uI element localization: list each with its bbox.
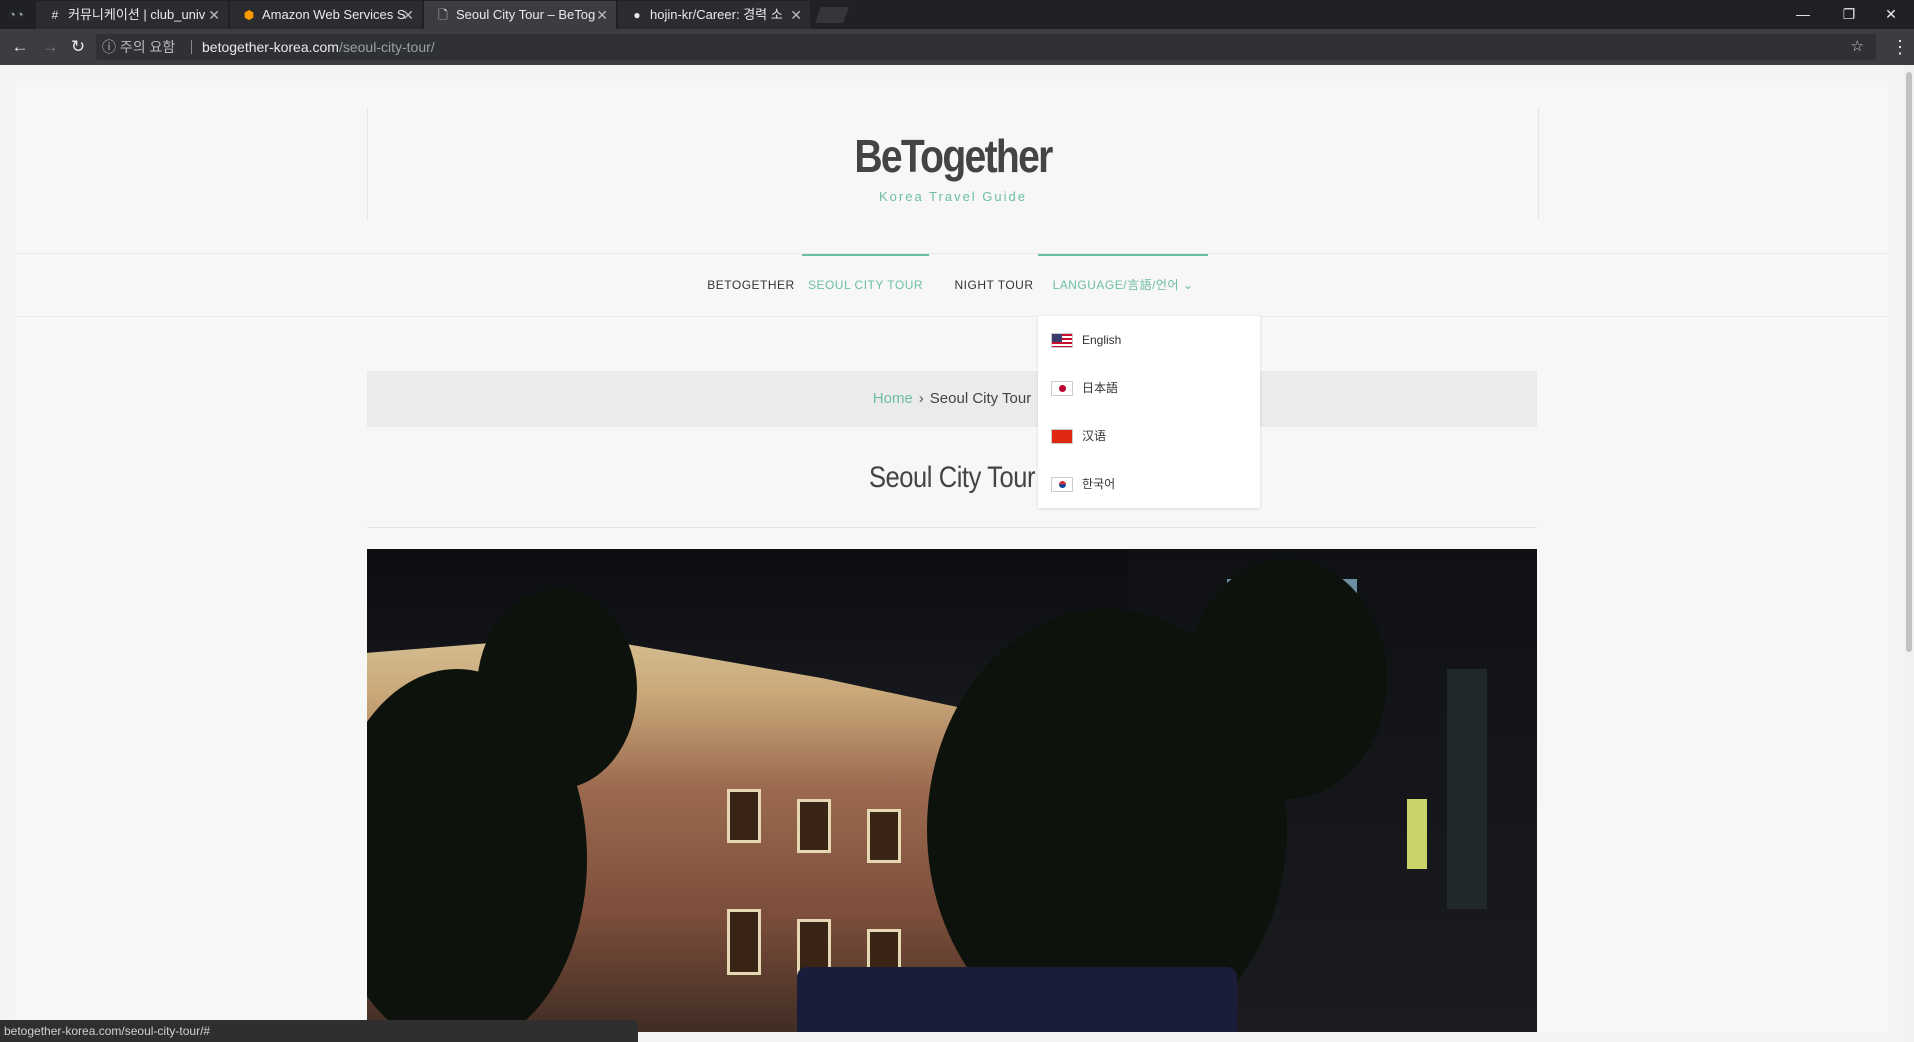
bookmark-star-icon[interactable]: ☆ bbox=[1851, 34, 1864, 60]
url-text[interactable]: betogether-korea.com/seoul-city-tour/ bbox=[202, 34, 435, 60]
japan-flag-icon bbox=[1051, 381, 1073, 396]
breadcrumb-current: Seoul City Tour bbox=[929, 390, 1032, 407]
nav-item-language[interactable]: LANGUAGE/言語/언어 ⌄ bbox=[1038, 254, 1208, 316]
us-flag-icon bbox=[1051, 333, 1073, 348]
building-window bbox=[867, 809, 901, 863]
korea-flag-icon bbox=[1051, 477, 1073, 492]
breadcrumb: Home › Seoul City Tour bbox=[367, 371, 1537, 427]
language-label: 한국어 bbox=[1082, 477, 1116, 491]
bus bbox=[797, 967, 1237, 1042]
restore-icon[interactable]: ❐ bbox=[1826, 0, 1872, 29]
incognito-icon: ◔◔ bbox=[8, 7, 24, 22]
browser-tab-active[interactable]: 🗋 Seoul City Tour – BeTog ✕ bbox=[424, 1, 616, 29]
new-tab-button[interactable] bbox=[815, 7, 849, 23]
scrollbar-thumb[interactable] bbox=[1906, 72, 1912, 652]
nav-item-night-tour[interactable]: NIGHT TOUR bbox=[940, 254, 1048, 316]
browser-menu-icon[interactable]: ⋮ bbox=[1890, 35, 1910, 59]
lit-window bbox=[1407, 799, 1427, 869]
tree bbox=[477, 589, 637, 789]
language-option-korean[interactable]: 한국어 bbox=[1038, 460, 1260, 508]
tab-title: 커뮤니케이션 | club_univ bbox=[68, 7, 206, 22]
tab-title: Amazon Web Services S bbox=[262, 7, 406, 22]
page-favicon-icon: 🗋 bbox=[438, 8, 448, 22]
browser-tab[interactable]: # 커뮤니케이션 | club_univ ✕ bbox=[36, 1, 228, 29]
language-dropdown: English 日本語 汉语 한국어 bbox=[1038, 316, 1260, 508]
url-host: betogether-korea.com bbox=[202, 39, 339, 55]
nav-item-seoul-city-tour[interactable]: SEOUL CITY TOUR bbox=[802, 254, 929, 316]
reload-icon[interactable]: ↻ bbox=[66, 35, 90, 59]
nav-item-betogether[interactable]: BETOGETHER bbox=[691, 254, 811, 316]
minimize-icon[interactable]: — bbox=[1780, 0, 1826, 29]
omnibox-divider bbox=[191, 40, 192, 54]
language-label: English bbox=[1082, 333, 1122, 347]
china-flag-icon bbox=[1051, 429, 1073, 444]
back-arrow-icon[interactable]: ← bbox=[8, 35, 32, 59]
status-bar-url: betogether-korea.com/seoul-city-tour/# bbox=[0, 1020, 638, 1042]
close-tab-icon[interactable]: ✕ bbox=[790, 1, 802, 29]
page-bottom-edge bbox=[638, 1032, 1904, 1042]
url-path: /seoul-city-tour/ bbox=[338, 39, 435, 55]
browser-tab[interactable]: ● hojin-kr/Career: 경력 소 ✕ bbox=[618, 1, 810, 29]
site-container: BeTogether Korea Travel Guide BETOGETHER… bbox=[15, 81, 1889, 1042]
web-page: BeTogether Korea Travel Guide BETOGETHER… bbox=[0, 65, 1914, 1042]
hash-favicon-icon: # bbox=[51, 8, 59, 22]
language-option-japanese[interactable]: 日本語 bbox=[1038, 364, 1260, 412]
site-header: BeTogether Korea Travel Guide bbox=[367, 107, 1539, 219]
close-tab-icon[interactable]: ✕ bbox=[596, 1, 608, 29]
language-label: 日本語 bbox=[1082, 381, 1119, 395]
tree bbox=[1187, 559, 1387, 799]
close-window-icon[interactable]: ✕ bbox=[1868, 0, 1914, 29]
site-tagline: Korea Travel Guide bbox=[878, 189, 1027, 204]
main-navigation: BETOGETHER SEOUL CITY TOUR NIGHT TOUR LA… bbox=[15, 253, 1889, 317]
building-window bbox=[797, 799, 831, 853]
title-divider bbox=[367, 527, 1537, 528]
tower-window bbox=[1447, 669, 1487, 909]
forward-arrow-icon[interactable]: → bbox=[38, 35, 62, 59]
breadcrumb-separator-icon: › bbox=[918, 390, 924, 407]
security-indicator[interactable]: ⓘ 주의 요함 bbox=[102, 34, 175, 60]
language-option-chinese[interactable]: 汉语 bbox=[1038, 412, 1260, 460]
building-window bbox=[727, 909, 761, 975]
address-bar[interactable]: ⓘ 주의 요함 betogether-korea.com/seoul-city-… bbox=[96, 34, 1876, 60]
language-option-english[interactable]: English bbox=[1038, 316, 1260, 364]
tab-title: Seoul City Tour – BeTog bbox=[456, 7, 596, 22]
browser-tab[interactable]: ⬢ Amazon Web Services S ✕ bbox=[230, 1, 422, 29]
site-logo[interactable]: BeTogether bbox=[456, 129, 1451, 183]
language-label: 汉语 bbox=[1082, 429, 1107, 443]
tab-title: hojin-kr/Career: 경력 소 bbox=[650, 7, 783, 22]
browser-tab-bar: ◔◔ # 커뮤니케이션 | club_univ ✕ ⬢ Amazon Web Ser… bbox=[0, 0, 1914, 29]
featured-image bbox=[367, 549, 1537, 1042]
github-favicon-icon: ● bbox=[633, 8, 641, 22]
page-title: Seoul City Tour bbox=[868, 461, 1036, 494]
aws-favicon-icon: ⬢ bbox=[243, 8, 255, 22]
breadcrumb-home-link[interactable]: Home bbox=[873, 390, 913, 407]
building-window bbox=[727, 789, 761, 843]
close-tab-icon[interactable]: ✕ bbox=[402, 1, 414, 29]
close-tab-icon[interactable]: ✕ bbox=[208, 1, 220, 29]
